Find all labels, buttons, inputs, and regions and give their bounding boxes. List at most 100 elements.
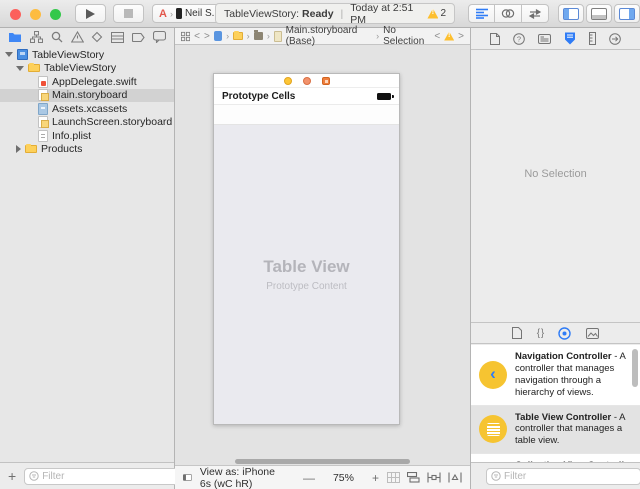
xcode-window: A › Neil S...iPhone TableViewStory: Read… bbox=[0, 0, 640, 489]
zoom-window-button[interactable] bbox=[50, 9, 61, 20]
file-template-library-tab[interactable] bbox=[512, 327, 522, 339]
stop-button[interactable] bbox=[113, 4, 144, 23]
storyboard-canvas[interactable]: Prototype Cells Table View Prototype Con… bbox=[175, 46, 470, 466]
previous-issue-button[interactable]: < bbox=[434, 31, 440, 42]
tree-row-infoplist[interactable]: Info.plist bbox=[0, 129, 174, 143]
identity-card-icon bbox=[538, 34, 551, 44]
tree-row-assets[interactable]: Assets.xcassets bbox=[0, 102, 174, 116]
tree-row-main-storyboard[interactable]: Main.storyboard bbox=[0, 89, 174, 103]
warning-icon[interactable] bbox=[444, 32, 454, 41]
prototype-cells-label: Prototype Cells bbox=[222, 91, 377, 102]
storyboard-crumb-icon[interactable] bbox=[274, 31, 282, 42]
activity-viewer[interactable]: TableViewStory: Ready | Today at 2:51 PM… bbox=[215, 3, 455, 24]
first-responder-icon[interactable] bbox=[303, 77, 311, 85]
jumpbar-file[interactable]: Main.storyboard (Base) bbox=[286, 25, 373, 47]
tree-row-products[interactable]: Products bbox=[0, 143, 174, 157]
resolve-autolayout-icon[interactable] bbox=[448, 472, 462, 483]
standard-editor-button[interactable] bbox=[468, 4, 495, 23]
library-scrollbar[interactable] bbox=[632, 349, 638, 387]
disclosure-triangle-icon[interactable] bbox=[16, 66, 24, 71]
add-file-button[interactable]: + bbox=[8, 469, 16, 483]
project-navigator-tab[interactable] bbox=[8, 31, 22, 43]
related-items-icon[interactable] bbox=[181, 31, 190, 42]
library-filter-field[interactable] bbox=[486, 468, 640, 485]
next-issue-button[interactable]: > bbox=[458, 31, 464, 42]
prototype-cells-header[interactable]: Prototype Cells bbox=[214, 88, 399, 105]
issue-badge[interactable]: 2 bbox=[427, 8, 446, 19]
table-view-controller-scene[interactable]: Prototype Cells Table View Prototype Con… bbox=[213, 73, 400, 425]
go-forward-button[interactable]: > bbox=[204, 31, 210, 42]
folder-crumb-icon[interactable] bbox=[233, 32, 242, 40]
tree-row-launchscreen[interactable]: LaunchScreen.storyboard bbox=[0, 116, 174, 130]
document-outline-toggle[interactable] bbox=[183, 472, 192, 483]
report-navigator-tab[interactable] bbox=[153, 31, 166, 43]
disclosure-triangle-icon[interactable] bbox=[16, 145, 21, 153]
update-frames-icon[interactable] bbox=[387, 472, 400, 483]
media-library-tab[interactable] bbox=[586, 328, 599, 339]
test-diamond-icon bbox=[91, 31, 103, 43]
table-view[interactable]: Table View Prototype Content bbox=[214, 125, 399, 424]
storyboard-file-icon bbox=[38, 89, 48, 101]
tree-row-project[interactable]: TableViewStory bbox=[0, 48, 174, 62]
run-button[interactable] bbox=[75, 4, 106, 23]
library-filter-input[interactable] bbox=[504, 471, 636, 482]
code-snippet-library-tab[interactable]: { } bbox=[537, 328, 543, 339]
zoom-in-button[interactable]: + bbox=[372, 471, 379, 485]
report-bubble-icon bbox=[153, 31, 166, 43]
find-navigator-tab[interactable] bbox=[51, 31, 63, 43]
play-icon bbox=[86, 9, 95, 19]
scene-dock bbox=[214, 74, 399, 88]
embed-in-stack-icon[interactable] bbox=[407, 472, 420, 483]
toggle-debug-area-button[interactable] bbox=[586, 4, 612, 23]
battery-icon bbox=[377, 93, 391, 100]
library-item-collection-view-controller[interactable]: Collection View Controller - A controlle… bbox=[471, 454, 640, 462]
tree-row-appdelegate[interactable]: AppDelegate.swift bbox=[0, 75, 174, 89]
stop-icon bbox=[124, 9, 133, 18]
swift-file-icon bbox=[38, 76, 48, 88]
view-as-label[interactable]: View as: iPhone 6s (wC hR) bbox=[200, 466, 277, 489]
add-constraints-pin-icon[interactable] bbox=[427, 472, 441, 483]
library-item-navigation-controller[interactable]: ‹ Navigation Controller - A controller t… bbox=[471, 345, 640, 406]
close-window-button[interactable] bbox=[10, 9, 21, 20]
media-library-icon bbox=[586, 328, 599, 339]
version-editor-button[interactable] bbox=[522, 4, 549, 23]
navigator-filter-bar: + bbox=[0, 462, 174, 489]
toolbar: A › Neil S...iPhone TableViewStory: Read… bbox=[0, 0, 640, 28]
attributes-inspector-tab[interactable] bbox=[564, 32, 576, 45]
library-item-table-view-controller[interactable]: Table View Controller - A controller tha… bbox=[471, 406, 640, 455]
assistant-editor-button[interactable] bbox=[495, 4, 522, 23]
issue-navigator-tab[interactable] bbox=[71, 31, 84, 43]
file-inspector-tab[interactable] bbox=[490, 33, 500, 45]
test-navigator-tab[interactable] bbox=[91, 31, 103, 43]
zoom-out-button[interactable]: — bbox=[303, 471, 315, 485]
prototype-cell[interactable] bbox=[214, 105, 399, 125]
disclosure-triangle-icon[interactable] bbox=[5, 52, 13, 57]
size-inspector-tab[interactable] bbox=[589, 32, 596, 45]
toggle-inspector-button[interactable] bbox=[614, 4, 640, 23]
horizontal-scrollbar[interactable] bbox=[235, 459, 410, 464]
toggle-navigator-button[interactable] bbox=[558, 4, 584, 23]
symbol-navigator-tab[interactable] bbox=[30, 31, 43, 43]
tree-row-group[interactable]: TableViewStory bbox=[0, 62, 174, 76]
inspector-panel-icon bbox=[619, 8, 635, 20]
tree-label: Main.storyboard bbox=[52, 89, 127, 101]
jumpbar-selection[interactable]: No Selection bbox=[383, 25, 430, 47]
debug-navigator-tab[interactable] bbox=[111, 32, 124, 43]
identity-inspector-tab[interactable] bbox=[538, 34, 551, 44]
navigator-panel-icon bbox=[563, 8, 579, 20]
zoom-level[interactable]: 75% bbox=[333, 472, 354, 484]
navigator-filter-input[interactable] bbox=[42, 471, 174, 482]
base-folder-crumb-icon[interactable] bbox=[254, 32, 263, 40]
go-back-button[interactable]: < bbox=[194, 31, 200, 42]
tree-label: AppDelegate.swift bbox=[52, 76, 137, 88]
tree-label: Products bbox=[41, 143, 82, 155]
minimize-window-button[interactable] bbox=[30, 9, 41, 20]
breakpoint-navigator-tab[interactable] bbox=[132, 32, 145, 43]
project-crumb-icon[interactable] bbox=[214, 31, 222, 41]
object-library-tab[interactable] bbox=[558, 327, 571, 340]
object-library-list: ‹ Navigation Controller - A controller t… bbox=[471, 345, 640, 462]
quick-help-inspector-tab[interactable]: ? bbox=[513, 33, 525, 45]
view-controller-icon[interactable] bbox=[284, 77, 292, 85]
exit-segue-icon[interactable] bbox=[322, 77, 330, 85]
connections-inspector-tab[interactable] bbox=[609, 33, 621, 45]
